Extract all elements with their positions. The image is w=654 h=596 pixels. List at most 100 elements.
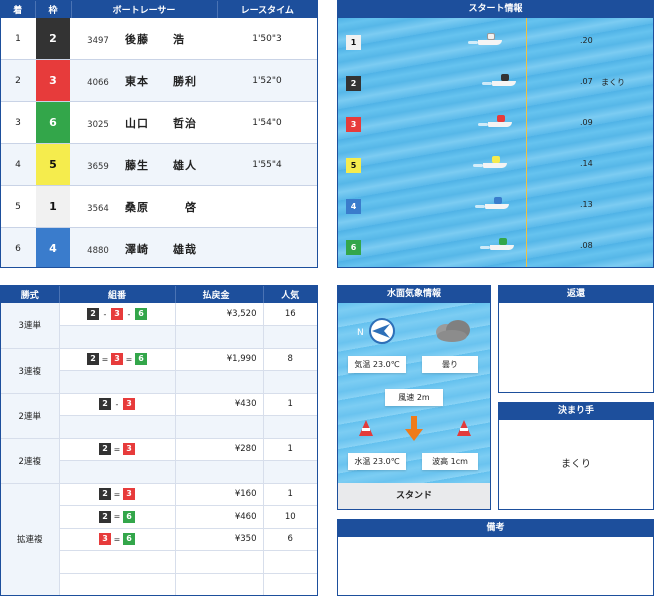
start-row: 5 .14 (338, 144, 653, 185)
bet-type-label: 3連単 (1, 303, 60, 349)
race-time (217, 227, 317, 267)
cloud-icon (436, 320, 470, 342)
header-time: レースタイム (217, 1, 317, 18)
race-time: 1'55"4 (217, 143, 317, 187)
combo-separator: = (113, 489, 121, 499)
table-row: 2 3 4066 東本 勝利 1'52"0 (1, 59, 317, 103)
combo-cell: 2 = 3 (59, 483, 176, 506)
racer-name[interactable]: 後藤 浩 (125, 33, 185, 46)
start-row: 6 .08 (338, 226, 653, 267)
wave-height: 波高 1cm (422, 453, 478, 470)
boat-number: 2 (99, 488, 111, 501)
course-badge: 6 (346, 240, 361, 255)
start-timing: .07 (580, 77, 593, 86)
payout-panel: 勝式 組番 払戻金 人気 3連単 2-3-6 ¥3,520 16 3連複 2 =… (0, 285, 318, 596)
popularity: 1 (263, 483, 317, 506)
refund-title: 返還 (499, 286, 653, 303)
start-timing: .14 (580, 159, 593, 168)
wind-arrow-icon (405, 416, 423, 441)
course-badge: 1 (346, 35, 361, 50)
boat-number: 3 (123, 443, 135, 456)
racer-id: 3025 (87, 119, 109, 130)
start-row: 2 .07 まくり (338, 62, 653, 103)
boat-number: 3 (111, 308, 123, 320)
boat-number: 2 (87, 308, 99, 320)
payout-amount: ¥350 (175, 528, 264, 551)
combo-cell: 2 = 6 (59, 505, 176, 529)
rank-cell: 2 (1, 59, 35, 103)
course-badge: 4 (346, 199, 361, 214)
payout-table: 勝式 組番 払戻金 人気 3連単 2-3-6 ¥3,520 16 3連複 2 =… (1, 286, 317, 595)
combo-separator: - (103, 309, 107, 319)
weather-condition: 曇り (422, 356, 478, 373)
rank-cell: 6 (1, 227, 35, 267)
start-row: 1 .20 (338, 21, 653, 62)
combo-separator: - (127, 309, 131, 319)
racer-name[interactable]: 東本 勝利 (125, 75, 197, 88)
combo-separator: = (101, 354, 109, 364)
start-info-panel: スタート情報 1 .20 2 .07 まくり 3 .09 5 .14 4 .13… (337, 0, 654, 268)
winning-technique-value: まくり (561, 459, 591, 470)
racer-id: 4880 (87, 245, 109, 256)
boat-number: 6 (123, 510, 135, 523)
payout-amount: ¥160 (175, 483, 264, 506)
rank-cell: 5 (1, 185, 35, 229)
table-row: 4 5 3659 藤生 雄人 1'55"4 (1, 143, 317, 187)
racer-name[interactable]: 澤崎 雄哉 (125, 243, 197, 256)
racer-id: 3564 (87, 203, 109, 214)
payout-amount: ¥1,990 (175, 348, 264, 371)
header-combo: 組番 (59, 286, 176, 303)
air-temperature: 気温 23.0℃ (348, 356, 406, 373)
payout-amount: ¥460 (175, 505, 264, 529)
header-waku: 枠 (35, 1, 72, 18)
table-row: 5 1 3564 桑原 啓 (1, 185, 317, 229)
waku-badge: 2 (36, 18, 70, 60)
weather-panel: 水面気象情報 N 気温 23.0℃ 曇り 風速 2m 水温 23.0℃ 波高 1… (337, 285, 491, 510)
table-row: 3連単 2-3-6 ¥3,520 16 (1, 303, 317, 349)
kimarite-label: まくり (601, 78, 625, 87)
boat-number: 2 (87, 353, 99, 366)
header-popularity: 人気 (263, 286, 317, 303)
header-payout: 払戻金 (175, 286, 264, 303)
table-row: 3 6 3025 山口 哲治 1'54"0 (1, 101, 317, 145)
race-result-table: 着 枠 ボートレーサー レースタイム 1 2 3497 後藤 浩 1'50"3 2… (1, 1, 317, 267)
bet-type-label: 3連複 (1, 348, 60, 394)
payout-amount: ¥280 (175, 438, 264, 461)
combo-separator: - (115, 399, 119, 409)
popularity: 6 (263, 528, 317, 551)
race-time (217, 185, 317, 229)
remarks-title: 備考 (338, 520, 653, 537)
racer-id: 3659 (87, 161, 109, 172)
winning-technique-panel: 決まり手 まくり (498, 402, 654, 510)
course-badge: 2 (346, 76, 361, 91)
waku-badge: 5 (36, 144, 70, 186)
racer-name[interactable]: 藤生 雄人 (125, 159, 197, 172)
racer-name[interactable]: 桑原 啓 (125, 201, 197, 214)
boat-number: 2 (99, 443, 111, 456)
header-bet-type: 勝式 (1, 286, 60, 303)
table-row: 1 2 3497 後藤 浩 1'50"3 (1, 18, 317, 61)
header-rank: 着 (1, 1, 36, 18)
table-row: 3連複 2 = 3 = 6 ¥1,990 8 (1, 348, 317, 394)
bet-type-label: 2連複 (1, 438, 60, 484)
start-timing: .09 (580, 118, 593, 127)
racer-id: 4066 (87, 77, 109, 88)
combo-cell: 2 = 3 = 6 (59, 348, 176, 371)
start-timing: .20 (580, 36, 593, 45)
table-row: 6 4 4880 澤崎 雄哉 (1, 227, 317, 267)
combo-separator: = (113, 534, 121, 544)
course-badge: 5 (346, 158, 361, 173)
race-time: 1'50"3 (217, 18, 317, 61)
boat-icon (478, 113, 512, 127)
start-row: 3 .09 (338, 103, 653, 144)
start-info-title: スタート情報 (338, 1, 653, 18)
racer-name[interactable]: 山口 哲治 (125, 117, 197, 130)
boat-number: 6 (135, 353, 147, 366)
boat-number: 2 (99, 398, 111, 411)
combo-cell: 2-3-6 (59, 303, 176, 326)
waku-badge: 3 (36, 60, 70, 102)
start-timing: .13 (580, 200, 593, 209)
boat-number: 6 (135, 308, 147, 320)
buoy-icon (457, 420, 471, 436)
waku-badge: 6 (36, 102, 70, 144)
